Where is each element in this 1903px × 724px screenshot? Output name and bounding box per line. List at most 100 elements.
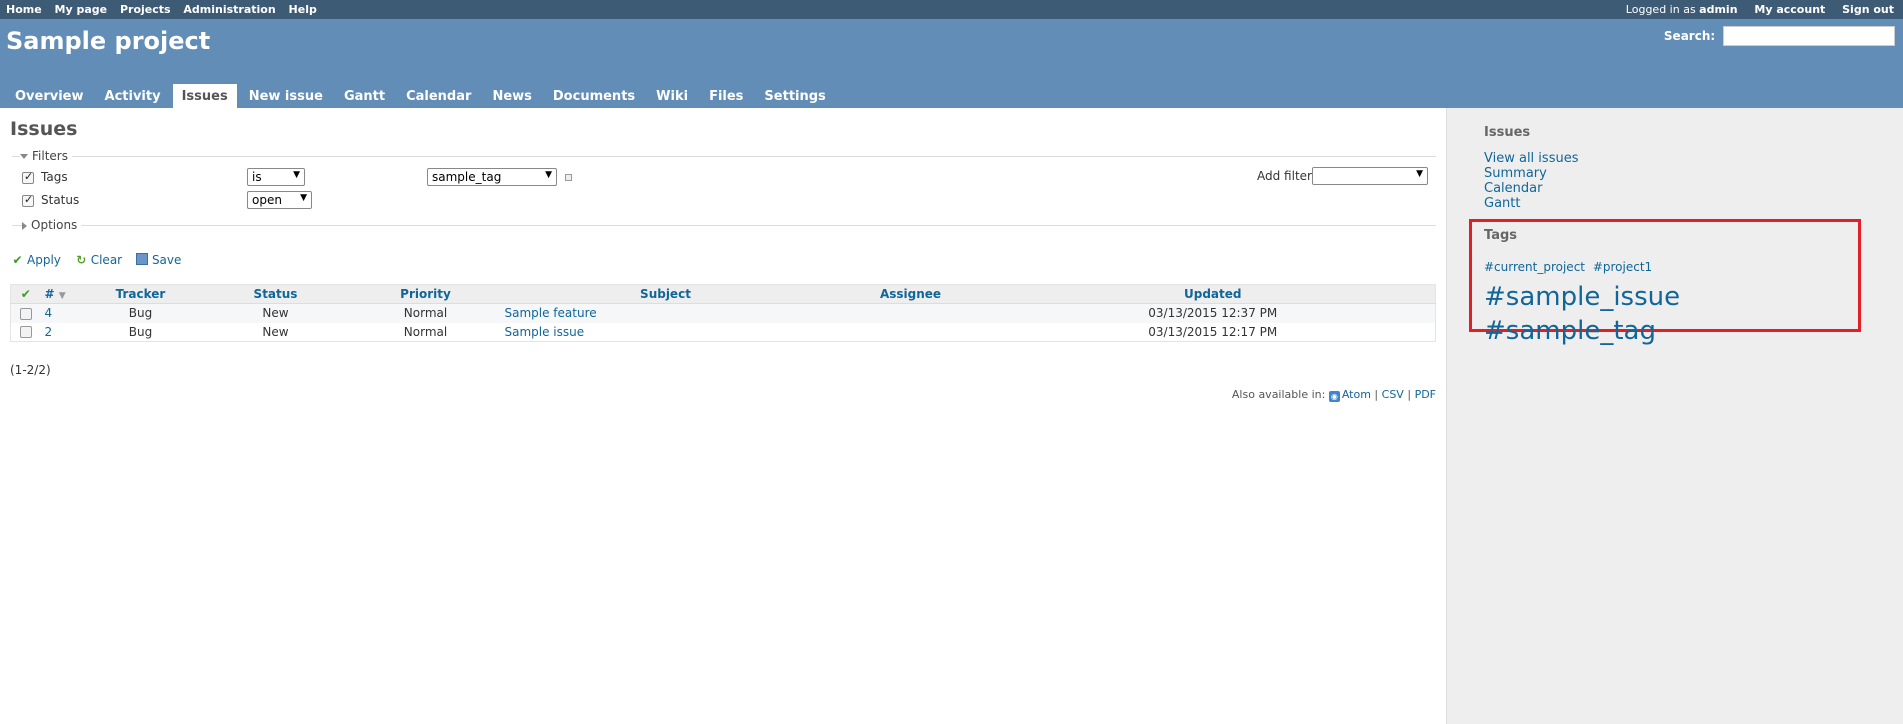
- expand-icon: [22, 221, 27, 230]
- sidebar-link-summary[interactable]: Summary: [1484, 166, 1578, 181]
- top-menu: Home My page Projects Administration Hel…: [0, 0, 1903, 19]
- also-available-label: Also available in:: [1231, 388, 1326, 401]
- row-checkbox-cell: [10, 303, 41, 323]
- tab-wiki[interactable]: Wiki: [647, 84, 697, 107]
- format-pdf-link[interactable]: PDF: [1415, 388, 1436, 401]
- project-title: Sample project: [6, 27, 211, 55]
- sidebar-link-gantt[interactable]: Gantt: [1484, 196, 1578, 211]
- dropdown-arrow-icon: ▼: [300, 193, 307, 203]
- table-row[interactable]: 2 Bug New Normal Sample issue 03/13/2015…: [10, 322, 1436, 342]
- tab-documents[interactable]: Documents: [544, 84, 644, 107]
- filter-status-checkbox[interactable]: [22, 193, 34, 207]
- reload-icon: ↻: [76, 253, 87, 267]
- apply-label: Apply: [27, 253, 61, 267]
- logged-in-user[interactable]: admin: [1699, 3, 1737, 16]
- tag-cloud: #current_project #project1 #sample_issue…: [1484, 252, 1859, 350]
- updated-cell: 03/13/2015 12:17 PM: [990, 322, 1436, 342]
- tag-link-sample-tag[interactable]: #sample_tag: [1484, 316, 1656, 346]
- add-filter-label: Add filter: [1257, 169, 1312, 183]
- options-legend-label: Options: [31, 218, 78, 232]
- tracker-cell: Bug: [80, 303, 201, 323]
- issue-id-link[interactable]: 4: [45, 306, 53, 320]
- status-cell: New: [200, 322, 351, 342]
- filters-legend[interactable]: Filters: [20, 149, 72, 163]
- filter-status-operator-select[interactable]: open ▼: [247, 191, 312, 209]
- tab-activity[interactable]: Activity: [96, 84, 170, 107]
- tab-overview[interactable]: Overview: [6, 84, 93, 107]
- tab-files[interactable]: Files: [700, 84, 752, 107]
- issue-id-link[interactable]: 2: [45, 325, 53, 339]
- issue-subject-link[interactable]: Sample feature: [505, 306, 597, 320]
- issue-id-cell: 2: [40, 322, 81, 342]
- sidebar-link-calendar[interactable]: Calendar: [1484, 181, 1578, 196]
- tab-issues[interactable]: Issues: [172, 84, 237, 108]
- top-link-home[interactable]: Home: [6, 3, 42, 16]
- dropdown-arrow-icon: ▼: [545, 170, 552, 180]
- clear-label: Clear: [90, 253, 123, 267]
- options-divider: [12, 225, 1436, 226]
- separator: |: [1407, 388, 1412, 401]
- top-link-my-page[interactable]: My page: [55, 3, 108, 16]
- column-header-assignee[interactable]: Assignee: [830, 284, 991, 304]
- row-checkbox[interactable]: [19, 307, 32, 320]
- save-icon: [135, 253, 148, 265]
- subject-cell: Sample feature: [500, 303, 831, 323]
- save-label: Save: [151, 253, 182, 267]
- format-atom-link[interactable]: Atom: [1342, 388, 1371, 401]
- other-formats: Also available in: ◉ Atom | CSV | PDF: [1232, 388, 1436, 402]
- filter-tags-checkbox[interactable]: [22, 170, 34, 184]
- filters-legend-label: Filters: [32, 149, 68, 163]
- column-header-id[interactable]: # ▼: [40, 284, 81, 304]
- column-header-subject[interactable]: Subject: [500, 284, 831, 304]
- filters-divider: [12, 156, 1436, 157]
- priority-cell: Normal: [350, 322, 501, 342]
- top-link-help[interactable]: Help: [289, 3, 317, 16]
- add-filter-select[interactable]: ▼: [1312, 167, 1428, 185]
- filter-tags-operator-value: is: [252, 170, 262, 184]
- options-legend[interactable]: Options: [22, 218, 82, 232]
- tab-gantt[interactable]: Gantt: [335, 84, 394, 107]
- toggle-multiselect-icon[interactable]: [565, 174, 572, 181]
- save-button[interactable]: Save: [135, 253, 182, 267]
- format-csv-link[interactable]: CSV: [1382, 388, 1404, 401]
- filter-tags-value: sample_tag: [432, 170, 502, 184]
- check-all-icon: ✔: [20, 287, 31, 301]
- tag-link-project1[interactable]: #project1: [1593, 260, 1652, 274]
- toggle-all-checkbox[interactable]: ✔: [10, 284, 41, 304]
- sidebar-link-view-all-issues[interactable]: View all issues: [1484, 151, 1578, 166]
- column-header-status[interactable]: Status: [200, 284, 351, 304]
- tab-news[interactable]: News: [483, 84, 540, 107]
- search-input[interactable]: [1723, 26, 1895, 46]
- top-link-projects[interactable]: Projects: [120, 3, 171, 16]
- status-cell: New: [200, 303, 351, 323]
- apply-button[interactable]: ✔ Apply: [11, 253, 61, 267]
- column-header-priority[interactable]: Priority: [350, 284, 501, 304]
- column-header-updated[interactable]: Updated: [990, 284, 1436, 304]
- table-row[interactable]: 4 Bug New Normal Sample feature 03/13/20…: [10, 303, 1436, 323]
- row-checkbox[interactable]: [19, 326, 32, 339]
- filter-tags-label: Tags: [41, 170, 68, 184]
- tracker-cell: Bug: [80, 322, 201, 342]
- my-account-link[interactable]: My account: [1754, 3, 1825, 16]
- top-link-administration[interactable]: Administration: [183, 3, 275, 16]
- content: Issues Filters Tags is ▼ sample_tag ▼ Add …: [0, 108, 1446, 724]
- filter-tags-value-select[interactable]: sample_tag ▼: [427, 168, 557, 186]
- assignee-cell: [830, 322, 991, 342]
- page-title: Issues: [10, 118, 78, 140]
- pagination-count: (1-2/2): [10, 363, 51, 377]
- filter-status-label: Status: [41, 193, 80, 207]
- tag-link-current-project[interactable]: #current_project: [1484, 260, 1585, 274]
- issue-subject-link[interactable]: Sample issue: [505, 325, 585, 339]
- tag-link-sample-issue[interactable]: #sample_issue: [1484, 282, 1680, 312]
- tab-settings[interactable]: Settings: [755, 84, 834, 107]
- filter-tags-operator-select[interactable]: is ▼: [247, 168, 305, 186]
- main-menu: Overview Activity Issues New issue Gantt…: [6, 84, 838, 108]
- search-label: Search:: [1663, 29, 1716, 43]
- clear-button[interactable]: ↻ Clear: [75, 253, 122, 267]
- sort-desc-icon: ▼: [58, 291, 66, 301]
- sign-out-link[interactable]: Sign out: [1842, 3, 1894, 16]
- collapse-icon: [20, 154, 28, 159]
- tab-new-issue[interactable]: New issue: [240, 84, 332, 107]
- column-header-tracker[interactable]: Tracker: [80, 284, 201, 304]
- tab-calendar[interactable]: Calendar: [397, 84, 480, 107]
